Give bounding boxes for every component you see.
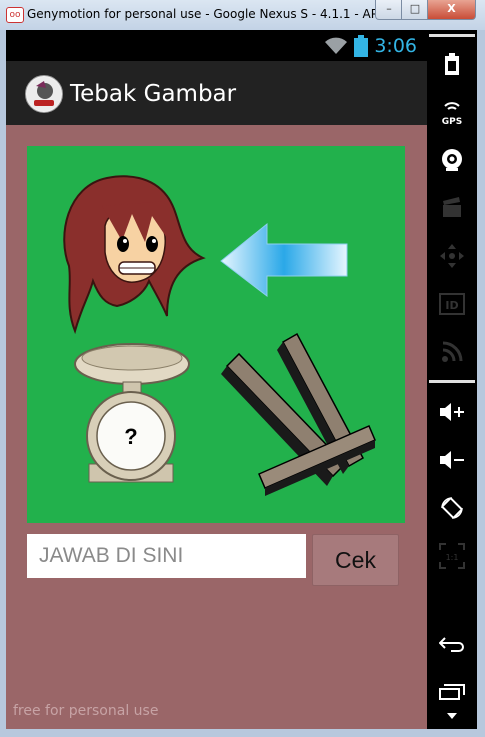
anime-head-image <box>63 175 206 335</box>
genymotion-app-icon: oo <box>6 7 24 23</box>
panel-separator <box>429 380 475 383</box>
puzzle-image: ? <box>27 146 405 523</box>
window-title: Genymotion for personal use - Google Nex… <box>27 7 416 21</box>
crossed-wooden-planks-image <box>221 332 376 496</box>
check-button[interactable]: Cek <box>312 534 399 586</box>
android-status-bar: 3:06 <box>6 30 427 61</box>
wifi-icon <box>325 37 348 54</box>
action-bar: Tebak Gambar <box>6 61 427 125</box>
app-content: ? Cek free for personal use <box>6 125 427 729</box>
blue-arrow-left-image <box>220 222 348 298</box>
maximize-button[interactable]: □ <box>401 0 429 20</box>
genymotion-side-panel: GPS ID 1:1 <box>427 30 477 729</box>
menu-down-icon[interactable] <box>432 706 472 726</box>
rss-icon[interactable] <box>432 332 472 372</box>
panel-separator <box>429 34 475 37</box>
id-icon[interactable]: ID <box>432 284 472 324</box>
window-frame-bottom <box>0 729 485 737</box>
weighing-scale-image: ? <box>74 343 190 483</box>
app-title: Tebak Gambar <box>70 81 237 107</box>
scale-label: 1:1 <box>446 553 459 562</box>
answer-input[interactable] <box>27 534 306 578</box>
window-titlebar: oo Genymotion for personal use - Google … <box>0 0 485 30</box>
id-label: ID <box>445 299 458 312</box>
back-icon[interactable] <box>432 624 472 664</box>
gps-label: GPS <box>442 117 462 126</box>
battery-icon[interactable] <box>432 44 472 84</box>
camera-icon[interactable] <box>432 140 472 180</box>
close-button[interactable]: X <box>427 0 476 20</box>
app-logo[interactable] <box>25 75 63 113</box>
status-clock: 3:06 <box>374 35 417 57</box>
window-frame-right <box>477 30 485 731</box>
dpad-icon[interactable] <box>432 236 472 276</box>
video-capture-icon[interactable] <box>432 188 472 228</box>
rotate-icon[interactable] <box>432 488 472 528</box>
volume-down-icon[interactable] <box>432 440 472 480</box>
watermark-text: free for personal use <box>13 703 159 719</box>
battery-icon <box>354 35 369 57</box>
minimize-button[interactable]: – <box>375 0 403 20</box>
scale-icon[interactable]: 1:1 <box>432 536 472 576</box>
volume-up-icon[interactable] <box>432 392 472 432</box>
scale-question-mark: ? <box>124 424 137 449</box>
gps-icon[interactable]: GPS <box>432 92 472 132</box>
